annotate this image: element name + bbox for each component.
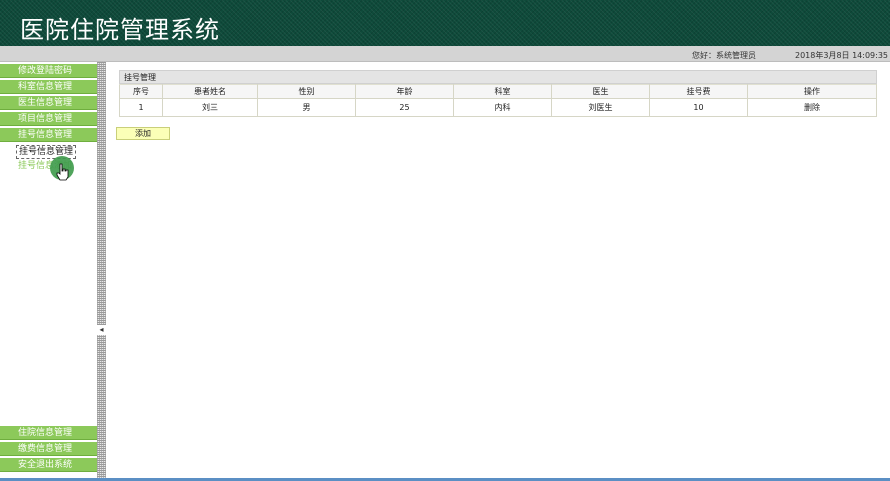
col-header-gender: 性别	[257, 84, 356, 99]
col-header-action: 操作	[747, 84, 877, 99]
cell-age: 25	[355, 98, 454, 117]
menu-doctor-management[interactable]: 医生信息管理	[0, 96, 97, 110]
table-row: 1 刘三 男 25 内科 刘医生 10 删除	[119, 98, 877, 117]
panel-title: 挂号管理	[119, 70, 877, 84]
menu-registration-management[interactable]: 挂号信息管理	[0, 128, 97, 142]
menu-payment-management[interactable]: 缴费信息管理	[0, 442, 97, 456]
cell-dept: 内科	[453, 98, 552, 117]
menu-logout[interactable]: 安全退出系统	[0, 458, 97, 472]
table-header-row: 序号 患者姓名 性别 年龄 科室 医生 挂号费 操作	[119, 84, 877, 99]
sidebar: 修改登陆密码 科室信息管理 医生信息管理 项目信息管理 挂号信息管理 挂号信息管…	[0, 62, 97, 481]
cell-name: 刘三	[162, 98, 258, 117]
datetime-text: 2018年3月8日 14:09:35	[795, 51, 889, 60]
col-header-fee: 挂号费	[649, 84, 748, 99]
hand-cursor-icon	[56, 163, 69, 181]
app-title: 医院住院管理系统	[20, 16, 220, 44]
menu-inpatient-management[interactable]: 住院信息管理	[0, 426, 97, 440]
welcome-text: 您好：系统管理员	[692, 51, 756, 60]
collapse-arrow-icon[interactable]: ◂	[97, 325, 106, 335]
menu-dept-management[interactable]: 科室信息管理	[0, 80, 97, 94]
col-header-doctor: 医生	[551, 84, 650, 99]
registration-panel: 挂号管理 序号 患者姓名 性别 年龄 科室 医生 挂号费 操作 1 刘三 男 2…	[119, 70, 877, 117]
col-header-dept: 科室	[453, 84, 552, 99]
info-bar: 您好：系统管理员 2018年3月8日 14:09:35	[0, 46, 890, 62]
cell-fee: 10	[649, 98, 748, 117]
sidebar-splitter[interactable]: ◂	[97, 62, 106, 481]
cell-gender: 男	[257, 98, 356, 117]
cell-no: 1	[119, 98, 163, 117]
add-button[interactable]: 添加	[116, 127, 170, 140]
delete-link[interactable]: 删除	[747, 98, 877, 117]
col-header-no: 序号	[119, 84, 163, 99]
col-header-name: 患者姓名	[162, 84, 258, 99]
registration-table: 序号 患者姓名 性别 年龄 科室 医生 挂号费 操作 1 刘三 男 25 内科 …	[119, 84, 877, 117]
app-header: 医院住院管理系统	[0, 0, 890, 46]
menu-change-password[interactable]: 修改登陆密码	[0, 64, 97, 78]
col-header-age: 年龄	[355, 84, 454, 99]
menu-project-management[interactable]: 项目信息管理	[0, 112, 97, 126]
main-content: 挂号管理 序号 患者姓名 性别 年龄 科室 医生 挂号费 操作 1 刘三 男 2…	[106, 62, 890, 481]
cell-doctor: 刘医生	[551, 98, 650, 117]
